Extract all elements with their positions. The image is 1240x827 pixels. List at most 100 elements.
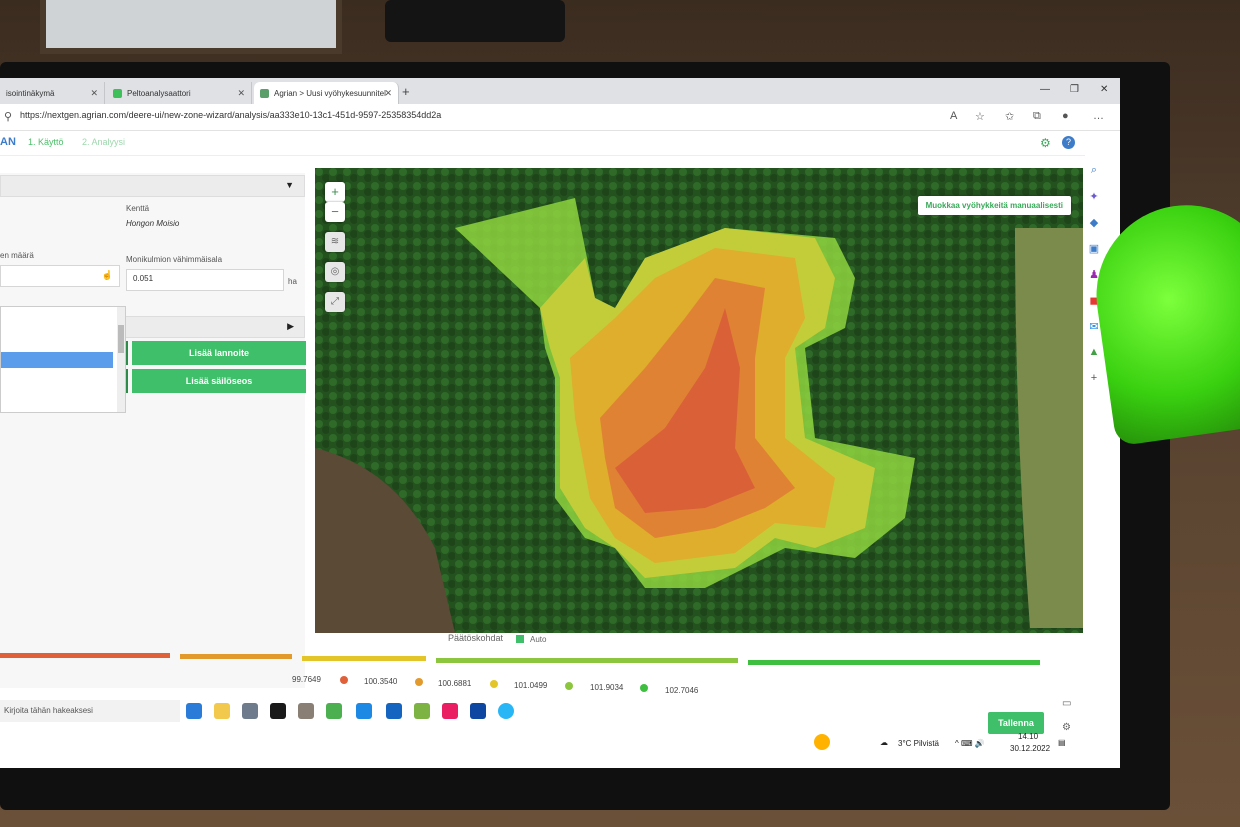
close-tab-icon[interactable]: ✕ xyxy=(90,88,98,99)
app-nav: AN 1. Käyttö 2. Analyysi ⚙ ? xyxy=(0,131,1085,156)
step-usage[interactable]: 1. Käyttö xyxy=(28,137,64,147)
minimize-icon[interactable]: — xyxy=(1040,84,1050,95)
copilot-icon[interactable]: ✦ xyxy=(1088,190,1100,203)
legend-band-5 xyxy=(748,660,1040,665)
add-icon[interactable]: + xyxy=(1088,372,1100,384)
close-tab-icon[interactable]: ✕ xyxy=(384,88,392,99)
skype-icon[interactable] xyxy=(498,703,514,719)
mail-icon[interactable] xyxy=(386,703,402,719)
breakpoint-dot[interactable] xyxy=(340,676,348,684)
add-fertilizer-button[interactable]: Lisää lannoite xyxy=(132,341,306,365)
satellite-map[interactable]: + − ≋ ◎ ⤢ Muokkaa vyöhykkeitä manuaalise… xyxy=(315,168,1083,633)
close-tab-icon[interactable]: ✕ xyxy=(237,88,245,99)
tab-label: isointinäkymä xyxy=(6,88,55,98)
breakpoint-dot[interactable] xyxy=(490,680,498,688)
address-bar: ⚲ https://nextgen.agrian.com/deere-ui/ne… xyxy=(0,104,1120,131)
update-icon[interactable] xyxy=(814,734,830,750)
count-label: en määrä xyxy=(0,251,34,260)
settings-panel: ▼ Kenttä Hongon Moisio en määrä ☝ Moniku… xyxy=(0,173,306,688)
layers-icon[interactable]: ≋ xyxy=(325,232,345,252)
settings-gear-icon[interactable]: ⚙ xyxy=(1040,136,1051,150)
legend-title: Päätöskohdat xyxy=(448,633,504,643)
profile-icon[interactable]: ● xyxy=(1062,110,1069,122)
unit-label: ha xyxy=(288,277,297,286)
favorite-icon[interactable]: ☆ xyxy=(975,110,985,123)
breakpoint-dot[interactable] xyxy=(415,678,423,686)
field-label: Kenttä xyxy=(126,204,150,213)
legend-band-2 xyxy=(180,654,292,659)
zoom-out-button[interactable]: − xyxy=(325,202,345,222)
dropdown-list[interactable] xyxy=(0,306,126,413)
weather-text[interactable]: 3°C Pilvistä xyxy=(898,739,939,748)
briefcase-icon[interactable]: ▣ xyxy=(1088,242,1100,255)
notification-icon[interactable]: ▤ xyxy=(1058,738,1066,747)
tray-icons[interactable]: ^ ⌨ 🔊 xyxy=(955,739,985,748)
zone-map-svg xyxy=(315,168,1083,633)
clock-time[interactable]: 14.10 xyxy=(1018,732,1038,741)
edge-icon[interactable] xyxy=(186,703,202,719)
clock-date[interactable]: 30.12.2022 xyxy=(1010,744,1050,753)
legend-band-3 xyxy=(302,656,426,661)
breakpoint-value: 101.9034 xyxy=(590,683,624,692)
section-header-general[interactable]: ▼ xyxy=(0,175,305,197)
store-icon[interactable] xyxy=(242,703,258,719)
maps-icon[interactable] xyxy=(414,703,430,719)
word-icon[interactable] xyxy=(356,703,372,719)
collections-icon[interactable]: ⧉ xyxy=(1033,110,1041,123)
tag-icon[interactable]: ◆ xyxy=(1088,216,1100,229)
cursor-hand-icon: ☝ xyxy=(101,270,113,280)
search-icon[interactable]: ⌕ xyxy=(1088,164,1100,177)
drop-icon[interactable]: ▲ xyxy=(1088,346,1100,358)
help-icon[interactable]: ? xyxy=(1062,136,1075,149)
caret-down-icon: ▼ xyxy=(285,180,294,190)
maximize-icon[interactable]: ❐ xyxy=(1070,84,1079,95)
outlook-taskbar-icon[interactable] xyxy=(470,703,486,719)
read-aloud-icon[interactable]: A xyxy=(950,110,957,122)
weather-icon[interactable]: ☁ xyxy=(880,738,888,747)
tab-label: Peltoanalysaattori xyxy=(127,88,191,98)
favicon-icon xyxy=(113,88,122,98)
count-select[interactable]: ☝ xyxy=(0,265,120,287)
browser-tab-2[interactable]: Peltoanalysaattori ✕ xyxy=(107,82,252,104)
min-area-label: Monikulmion vähimmäisala xyxy=(126,255,223,264)
zoom-in-button[interactable]: + xyxy=(325,182,345,202)
taskbar-search-input[interactable]: Kirjoita tähän hakeaksesi xyxy=(0,700,180,722)
fullscreen-icon[interactable]: ⤢ xyxy=(325,292,345,312)
breakpoint-value: 102.7046 xyxy=(665,686,699,695)
breakpoint-dot[interactable] xyxy=(565,682,573,690)
browser-tabbar: isointinäkymä ✕ Peltoanalysaattori ✕ Agr… xyxy=(0,78,1120,104)
dropdown-selected-option[interactable] xyxy=(1,352,113,368)
browser-tab-1[interactable]: isointinäkymä ✕ xyxy=(0,82,105,104)
new-tab-icon[interactable]: + xyxy=(402,84,410,99)
step-analysis[interactable]: 2. Analyysi xyxy=(82,137,125,147)
app-icon[interactable] xyxy=(326,703,342,719)
file-explorer-icon[interactable] xyxy=(214,703,230,719)
add-additive-button[interactable]: Lisää säilöseos xyxy=(132,369,306,393)
legend-band-4 xyxy=(436,658,738,663)
app-logo: AN xyxy=(0,136,16,148)
lock-icon: ⚲ xyxy=(4,111,13,123)
tab-label: Agrian > Uusi vyöhykesuunnitel xyxy=(274,88,386,98)
more-icon[interactable]: … xyxy=(1093,110,1104,122)
favorites-icon[interactable]: ✩ xyxy=(1005,110,1014,123)
browser-tab-3[interactable]: Agrian > Uusi vyöhykesuunnitel ✕ xyxy=(254,82,399,104)
windows-taskbar: Kirjoita tähän hakeaksesi ☁ 3°C Pilvistä… xyxy=(0,700,1120,768)
breakpoint-value: 100.3540 xyxy=(364,677,398,686)
locate-icon[interactable]: ◎ xyxy=(325,262,345,282)
breakpoint-value: 100.6881 xyxy=(438,679,472,688)
snip-icon[interactable] xyxy=(442,703,458,719)
dropdown-scrollbar[interactable] xyxy=(117,307,125,412)
breakpoint-dot[interactable] xyxy=(640,684,648,692)
screen: isointinäkymä ✕ Peltoanalysaattori ✕ Agr… xyxy=(0,78,1120,768)
url-input[interactable]: https://nextgen.agrian.com/deere-ui/new-… xyxy=(20,110,441,120)
edit-zones-manually-button[interactable]: Muokkaa vyöhykkeitä manuaalisesti xyxy=(917,196,1071,215)
breakpoint-value: 101.0499 xyxy=(514,681,548,690)
paint-icon[interactable] xyxy=(298,703,314,719)
breakpoint-value: 99.7649 xyxy=(292,675,321,684)
min-area-input[interactable]: 0.051 xyxy=(126,269,284,291)
scroll-thumb[interactable] xyxy=(118,325,124,353)
outlook-icon[interactable]: ✉ xyxy=(1088,320,1100,333)
amazon-icon[interactable] xyxy=(270,703,286,719)
auto-checkbox[interactable] xyxy=(516,635,524,643)
close-window-icon[interactable]: ✕ xyxy=(1100,84,1108,95)
